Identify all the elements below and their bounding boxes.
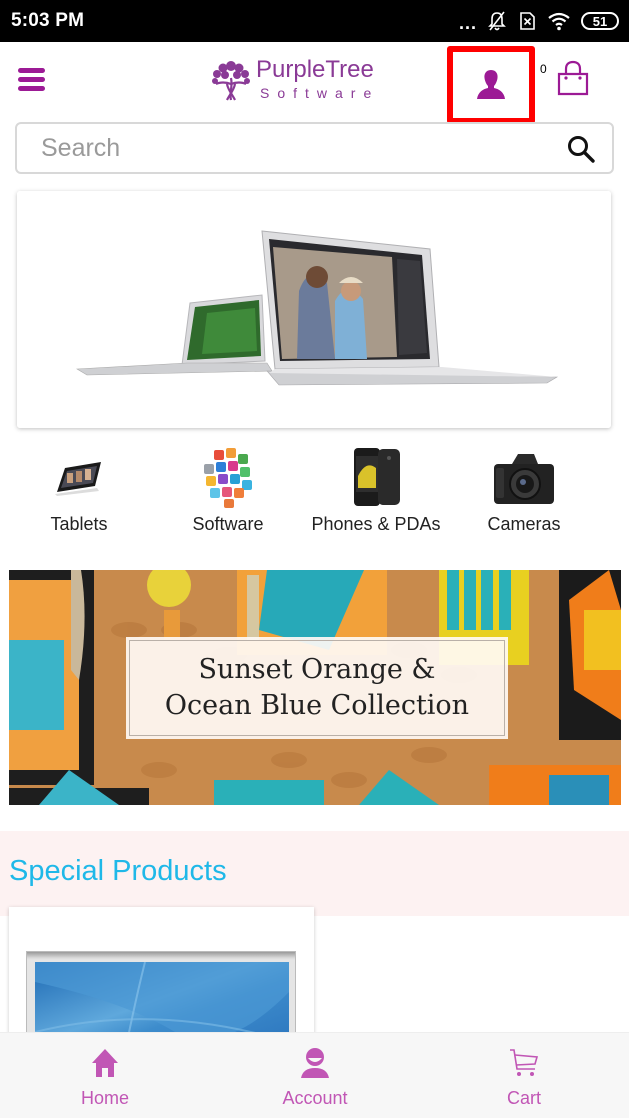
app-screen: 5:03 PM ... 51 PurpleTree Software 0 Sea… [0,0,629,1118]
category-phones-pdas[interactable]: Phones & PDAs [301,440,451,550]
overflow-dots-icon: ... [458,13,477,33]
phone-icon [354,448,400,506]
nav-cart-label: Cart [506,1088,541,1108]
battery-level: 51 [592,13,608,29]
search-icon[interactable] [566,134,596,164]
nav-home[interactable]: Home [0,1033,210,1118]
collection-title-line2: Ocean Blue Collection [164,690,470,721]
notifications-off-icon [488,11,506,31]
home-icon [92,1049,118,1077]
cart-icon [510,1049,539,1076]
product-card[interactable] [9,907,314,1037]
tree-logo-icon [212,61,250,101]
purpletree-logo[interactable]: PurpleTree Software [208,56,388,102]
category-strip: Tablets Software Phones & PDAs Cameras [0,440,629,550]
nav-home-label: Home [80,1088,129,1108]
product-wallpaper [35,962,289,1037]
collection-title-line1: Sunset Orange & [198,654,436,685]
special-products-title: Special Products [9,855,227,887]
shopping-bag-icon[interactable] [556,60,590,96]
sim-x-icon [520,12,535,30]
logo-name: PurpleTree [256,55,374,83]
laptops-image [17,191,611,428]
hero-banner[interactable] [17,191,611,428]
hamburger-icon-bar [18,68,45,73]
battery-icon: 51 [581,12,619,30]
category-software[interactable]: Software [153,440,303,550]
search-bar [15,122,614,174]
account-icon [301,1048,329,1078]
hamburger-menu-button[interactable] [18,68,45,91]
status-time: 5:03 PM [11,10,85,31]
bottom-navigation: Home Account Cart [0,1032,629,1118]
hamburger-icon-bar [18,77,45,82]
logo-tagline: Software [260,84,380,101]
nav-cart[interactable]: Cart [419,1033,629,1118]
nav-account[interactable]: Account [210,1033,420,1118]
category-tablets[interactable]: Tablets [4,440,154,550]
category-label: Cameras [487,514,561,534]
product-image-display [35,962,289,1037]
product-image [26,951,296,1037]
logo-text: PurpleTree Software [256,55,380,101]
nav-account-label: Account [282,1088,348,1108]
collection-title: Sunset Orange & Ocean Blue Collection [126,637,508,739]
app-header: PurpleTree Software 0 [0,42,629,124]
status-icons: ... 51 [459,9,619,33]
category-label: Tablets [50,514,108,534]
hamburger-icon-bar [18,86,45,91]
status-bar: 5:03 PM ... 51 [0,0,629,42]
camera-icon [494,454,554,504]
software-icon [204,448,252,508]
tablet-icon [55,462,101,496]
account-button[interactable] [447,46,535,124]
category-label: Phones & PDAs [311,514,441,534]
user-icon [477,70,505,99]
cart-count-badge: 0 [540,62,547,76]
search-input[interactable] [17,124,557,172]
wifi-icon [548,12,570,31]
collection-banner[interactable]: Sunset Orange & Ocean Blue Collection [9,570,621,805]
category-cameras[interactable]: Cameras [449,440,599,550]
category-label: Software [192,514,264,534]
